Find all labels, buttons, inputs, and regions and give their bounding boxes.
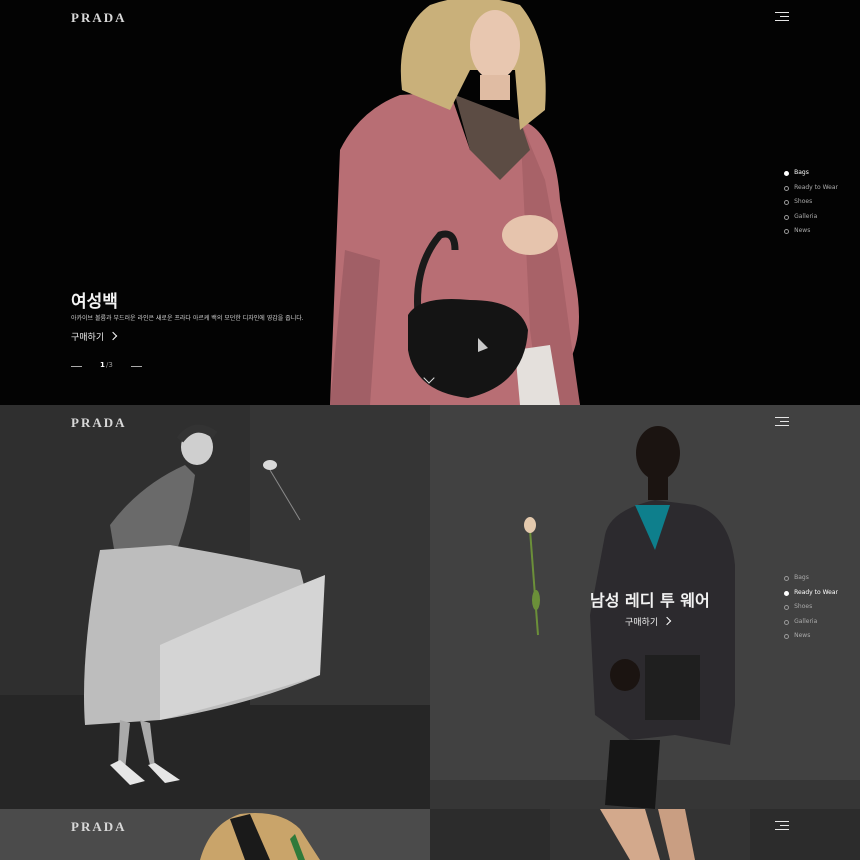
- nav-dot-icon: [784, 200, 790, 205]
- hero-section: PRADA Bags Ready to Wear Shoes Galleria …: [0, 0, 860, 405]
- page-total: /3: [106, 361, 113, 369]
- chevron-right-icon: [662, 616, 672, 626]
- nav-item-galleria[interactable]: Galleria: [784, 210, 838, 225]
- dancer-image: [0, 405, 430, 809]
- nav-dot-icon: [784, 605, 790, 610]
- nav-dot-icon: [784, 619, 790, 625]
- hero-description: 아카이브 볼륨과 부드러운 라인은 새로운 프라다 아르케 백의 모던한 디자인…: [71, 315, 304, 322]
- arrow-prev-icon[interactable]: [71, 366, 82, 367]
- shoes-panel: PRADA: [0, 809, 430, 860]
- nav-item-news[interactable]: News: [784, 629, 838, 644]
- arrow-next-icon[interactable]: [131, 366, 142, 367]
- page-current: 1: [100, 361, 105, 369]
- nav-item-ready-to-wear[interactable]: Ready to Wear: [784, 181, 838, 196]
- section-buy-button[interactable]: 구매하기: [625, 615, 672, 628]
- hero-model-image: [0, 0, 860, 405]
- brand-logo-tertiary[interactable]: PRADA: [71, 819, 127, 835]
- category-nav-secondary: Bags Ready to Wear Shoes Galleria News: [784, 571, 838, 644]
- ready-to-wear-panel: 남성 레디 투 웨어 구매하기 Bags Ready to Wear Shoes…: [430, 405, 860, 809]
- galleria-model-image: [430, 809, 860, 860]
- nav-item-ready-to-wear[interactable]: Ready to Wear: [784, 586, 838, 601]
- hero-buy-button[interactable]: 구매하기: [71, 330, 118, 343]
- nav-dot-icon: [784, 590, 790, 596]
- nav-item-bags[interactable]: Bags: [784, 166, 838, 181]
- nav-dot-icon: [784, 214, 790, 220]
- chevron-right-icon: [108, 331, 118, 341]
- hero-buy-label: 구매하기: [71, 333, 105, 343]
- nav-dot-icon: [784, 634, 790, 639]
- hero-pager: 1 /3: [71, 361, 151, 373]
- nav-dot-icon: [784, 229, 790, 234]
- brand-logo-secondary[interactable]: PRADA: [71, 415, 127, 431]
- nav-item-news[interactable]: News: [784, 224, 838, 239]
- nav-dot-icon: [784, 576, 790, 581]
- galleria-panel: [430, 809, 860, 860]
- brand-logo[interactable]: PRADA: [71, 10, 127, 26]
- nav-item-bags[interactable]: Bags: [784, 571, 838, 586]
- category-nav: Bags Ready to Wear Shoes Galleria News: [784, 166, 838, 239]
- menu-icon[interactable]: [775, 12, 789, 22]
- nav-dot-icon: [784, 171, 790, 176]
- menu-icon-secondary[interactable]: [775, 417, 789, 427]
- gallery-panel-left: PRADA: [0, 405, 430, 809]
- nav-item-shoes[interactable]: Shoes: [784, 195, 838, 210]
- menu-icon-tertiary[interactable]: [775, 821, 789, 831]
- nav-item-galleria[interactable]: Galleria: [784, 615, 838, 630]
- nav-dot-icon: [784, 185, 790, 191]
- nav-item-shoes[interactable]: Shoes: [784, 600, 838, 615]
- hero-title: 여성백: [71, 292, 118, 312]
- section-buy-label: 구매하기: [625, 618, 659, 628]
- section-title: 남성 레디 투 웨어: [590, 591, 710, 610]
- sneaker-image: [0, 809, 430, 860]
